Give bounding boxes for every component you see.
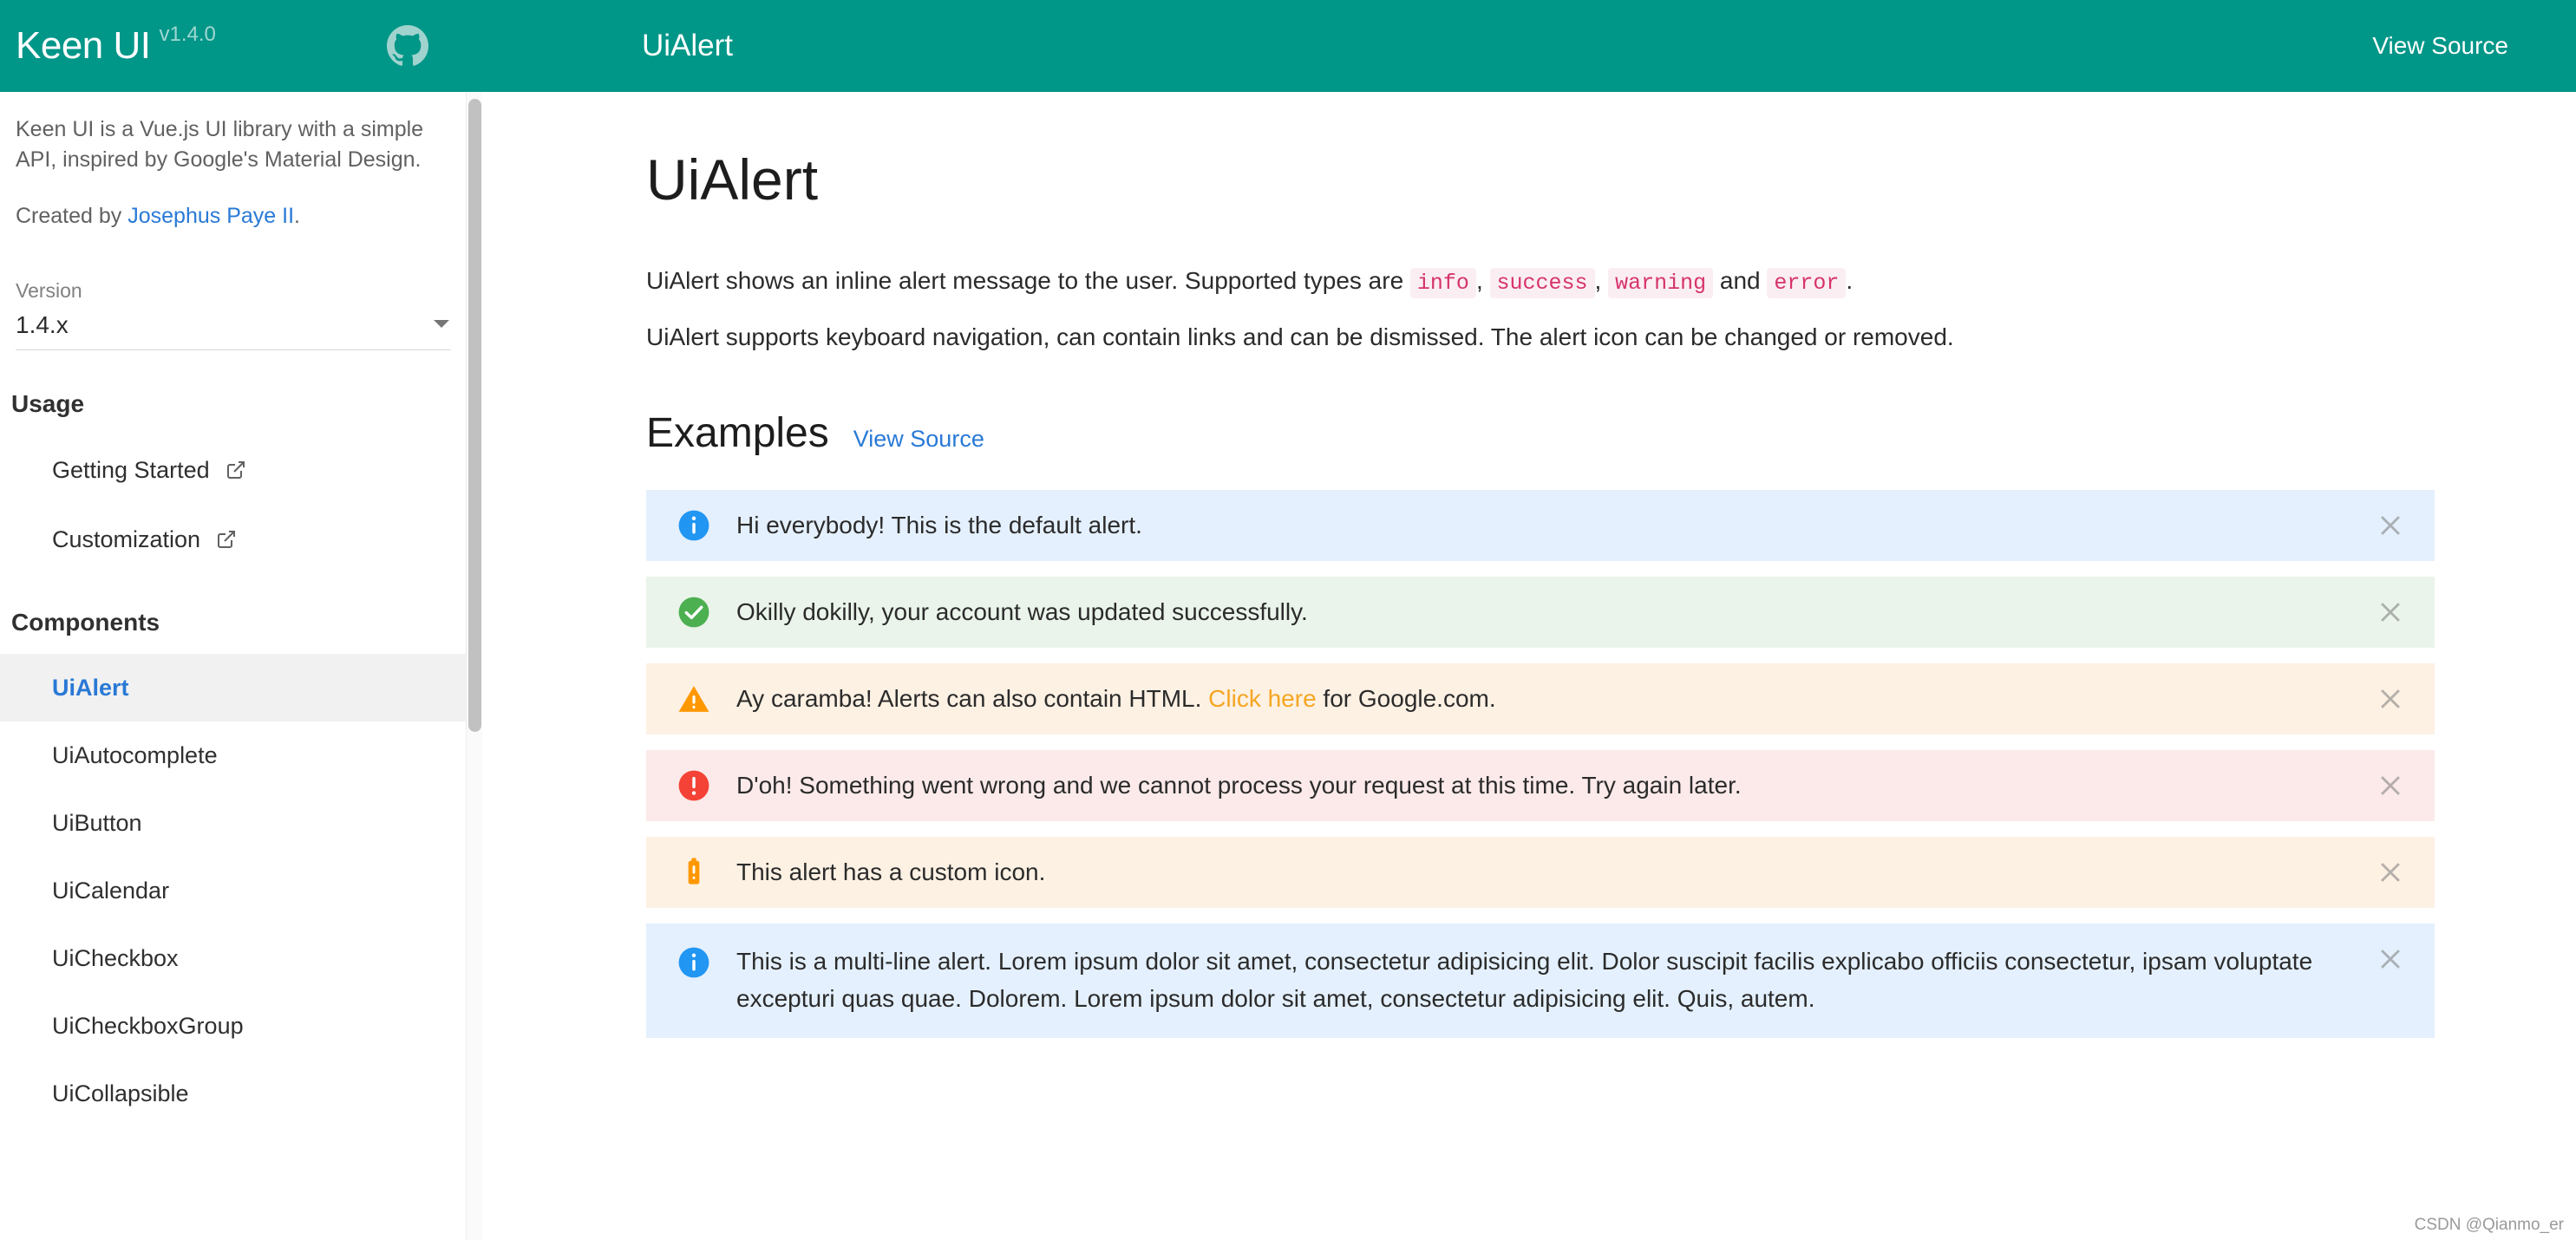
intro-sep-3: and <box>1713 267 1768 295</box>
close-icon[interactable] <box>2376 511 2405 540</box>
sidebar-item-uicalendar[interactable]: UiCalendar <box>0 857 481 924</box>
view-source-link-header[interactable]: View Source <box>2372 32 2508 60</box>
intro-text-a: UiAlert shows an inline alert message to… <box>646 267 1410 295</box>
alert-error: D'oh! Something went wrong and we cannot… <box>646 749 2435 821</box>
alert-multiline: This is a multi-line alert. Lorem ipsum … <box>646 923 2435 1039</box>
appbar-page-title: UiAlert <box>642 29 734 62</box>
credit-suffix: . <box>294 204 300 228</box>
github-icon[interactable] <box>387 25 428 67</box>
code-warning: warning <box>1608 268 1714 299</box>
sidebar-item-label: Getting Started <box>52 456 210 483</box>
intro-sep-2: , <box>1594 267 1609 295</box>
page-title: UiAlert <box>646 147 819 212</box>
close-icon[interactable] <box>2376 597 2405 627</box>
sidebar-item-uialert[interactable]: UiAlert <box>0 654 481 721</box>
alert-text-after: for Google.com. <box>1316 684 1496 712</box>
close-icon[interactable] <box>2376 944 2405 974</box>
intro-end: . <box>1846 267 1854 295</box>
alert-text-before: Ay caramba! Alerts can also contain HTML… <box>736 684 1209 712</box>
sidebar-item-label: UiCalendar <box>52 877 170 904</box>
error-circle-icon <box>677 769 710 802</box>
main-content: UiAlert UiAlert shows an inline alert me… <box>483 92 2576 1240</box>
alert-success: Okilly dokilly, your account was updated… <box>646 576 2435 648</box>
examples-header: Examples View Source <box>646 409 2576 457</box>
credit-prefix: Created by <box>16 204 128 228</box>
app-bar: Keen UI v1.4.0 UiAlert View Source <box>0 0 2576 92</box>
brand-version: v1.4.0 <box>159 23 216 46</box>
version-select-value: 1.4.x <box>16 311 69 338</box>
close-icon[interactable] <box>2376 771 2405 800</box>
version-selector-wrap: Version 1.4.x <box>0 279 481 350</box>
sidebar-scrollbar[interactable] <box>466 92 482 1240</box>
version-label: Version <box>16 279 82 302</box>
sidebar-credit: Created by Josephus Paye II. <box>16 204 454 229</box>
alert-info-default: Hi everybody! This is the default alert. <box>646 489 2435 561</box>
alert-inline-link[interactable]: Click here <box>1208 685 1316 712</box>
sidebar-heading-usage: Usage <box>11 390 85 417</box>
sidebar-intro: Keen UI is a Vue.js UI library with a si… <box>0 92 481 229</box>
sidebar-item-label: UiCollapsible <box>52 1080 189 1106</box>
alert-message: D'oh! Something went wrong and we cannot… <box>736 771 1742 799</box>
info-circle-icon <box>677 509 710 542</box>
sidebar-item-customization[interactable]: Customization <box>0 505 481 574</box>
brand-block: Keen UI v1.4.0 <box>0 0 482 92</box>
code-info: info <box>1409 268 1476 299</box>
code-error: error <box>1767 268 1847 299</box>
close-icon[interactable] <box>2376 858 2405 887</box>
sidebar-item-uicheckboxgroup[interactable]: UiCheckboxGroup <box>0 992 481 1060</box>
version-select[interactable]: 1.4.x <box>16 311 451 350</box>
sidebar-item-label: Customization <box>52 525 201 552</box>
sidebar-item-uicollapsible[interactable]: UiCollapsible <box>0 1060 481 1127</box>
content-wrapper: UiAlert UiAlert shows an inline alert me… <box>483 92 2576 1039</box>
sidebar-item-uicheckbox[interactable]: UiCheckbox <box>0 924 481 992</box>
alert-message: Ay caramba! Alerts can also contain HTML… <box>736 680 2435 717</box>
intro-paragraph-1: UiAlert shows an inline alert message to… <box>646 263 2485 300</box>
close-icon[interactable] <box>2376 684 2405 714</box>
brand-name: Keen UI <box>16 24 151 67</box>
sidebar-description: Keen UI is a Vue.js UI library with a si… <box>16 117 424 172</box>
sidebar-item-label: UiButton <box>52 809 142 836</box>
alert-message: This alert has a custom icon. <box>736 858 1046 885</box>
battery-alert-icon <box>677 856 710 889</box>
alert-custom-icon: This alert has a custom icon. <box>646 836 2435 908</box>
sidebar: Keen UI is a Vue.js UI library with a si… <box>0 92 482 1240</box>
examples-title: Examples <box>646 409 829 456</box>
warning-triangle-icon <box>677 682 710 715</box>
alert-message: This is a multi-line alert. Lorem ipsum … <box>736 947 2313 1013</box>
sidebar-inner: Keen UI is a Vue.js UI library with a si… <box>0 92 481 1127</box>
alert-list: Hi everybody! This is the default alert.… <box>646 489 2435 1039</box>
sidebar-heading-components: Components <box>11 609 160 636</box>
view-source-link-examples[interactable]: View Source <box>853 426 984 453</box>
info-circle-icon <box>677 946 710 979</box>
sidebar-item-label: UiCheckboxGroup <box>52 1012 244 1039</box>
chevron-down-icon <box>434 320 449 328</box>
sidebar-item-getting-started[interactable]: Getting Started <box>0 435 481 505</box>
author-link[interactable]: Josephus Paye II <box>127 204 294 228</box>
alert-message: Hi everybody! This is the default alert. <box>736 511 1142 538</box>
alert-message: Okilly dokilly, your account was updated… <box>736 597 1308 625</box>
sidebar-scrollbar-thumb[interactable] <box>468 99 481 732</box>
check-circle-icon <box>677 596 710 629</box>
intro-paragraph-2: UiAlert supports keyboard navigation, ca… <box>646 323 1954 350</box>
external-link-icon <box>216 529 237 550</box>
external-link-icon <box>226 460 246 480</box>
sidebar-item-label: UiAlert <box>52 674 129 701</box>
intro-sep-1: , <box>1475 267 1490 295</box>
sidebar-item-label: UiCheckbox <box>52 944 179 971</box>
sidebar-item-uiautocomplete[interactable]: UiAutocomplete <box>0 721 481 789</box>
code-success: success <box>1489 268 1595 299</box>
sidebar-item-uibutton[interactable]: UiButton <box>0 789 481 857</box>
sidebar-item-label: UiAutocomplete <box>52 741 218 768</box>
alert-warning-html: Ay caramba! Alerts can also contain HTML… <box>646 662 2435 734</box>
